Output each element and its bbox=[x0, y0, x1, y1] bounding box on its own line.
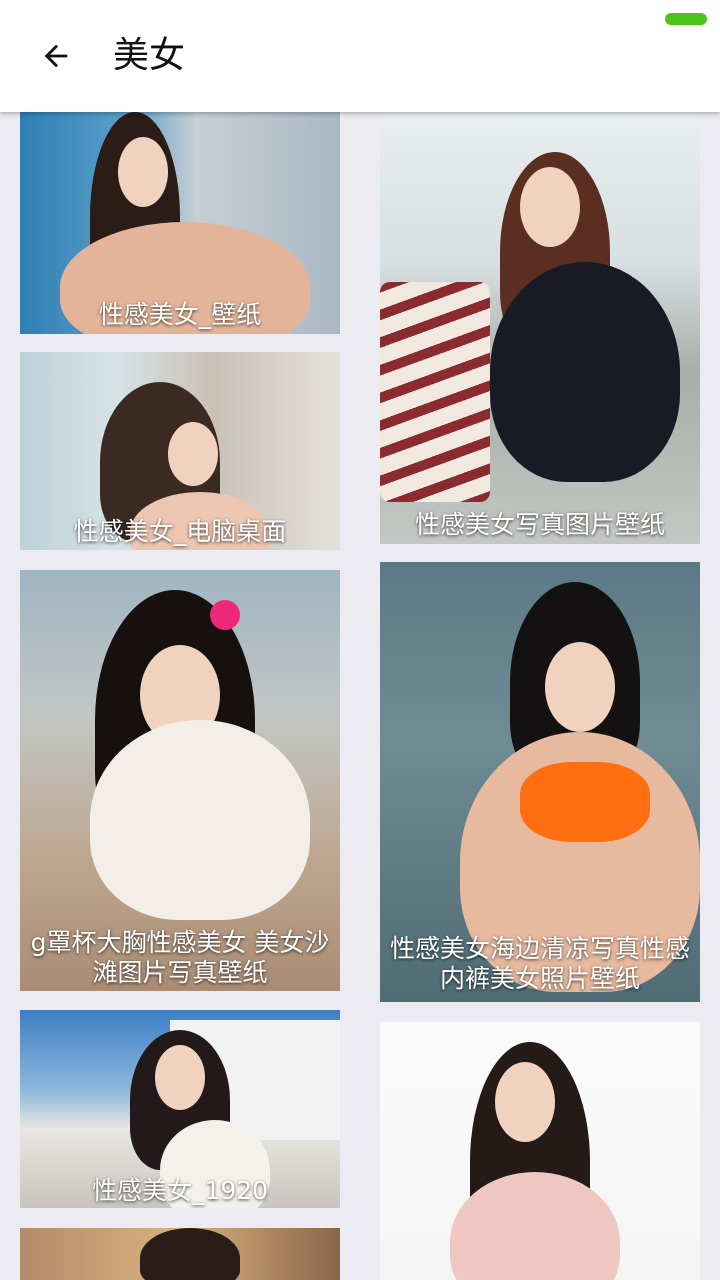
card-image-face bbox=[118, 137, 168, 207]
card-image-bikini bbox=[520, 762, 650, 842]
card-caption: g罩杯大胸性感美女 美女沙滩图片写真壁纸 bbox=[30, 928, 330, 987]
card-image-body bbox=[490, 262, 680, 482]
gallery-card[interactable]: 性感美女写真图片壁纸 bbox=[380, 112, 700, 544]
card-image-body bbox=[90, 720, 310, 920]
card-image-hair bbox=[140, 1228, 240, 1280]
gallery-card[interactable]: 性感美女海边清凉写真性感内裤美女照片壁纸 bbox=[380, 562, 700, 1002]
card-image-flower bbox=[210, 600, 240, 630]
arrow-left-icon bbox=[44, 44, 68, 68]
card-caption: 性感美女_电脑桌面 bbox=[73, 517, 287, 546]
gallery-card[interactable]: 性感美女_1920 bbox=[20, 1010, 340, 1208]
card-image-face bbox=[520, 167, 580, 247]
gallery-card[interactable]: g罩杯大胸性感美女 美女沙滩图片写真壁纸 bbox=[20, 570, 340, 991]
gallery-card[interactable]: 性感美女_壁纸 bbox=[20, 112, 340, 334]
page-title: 美女 bbox=[113, 35, 186, 76]
card-caption: 性感美女海边清凉写真性感内裤美女照片壁纸 bbox=[389, 934, 690, 993]
card-caption: 性感美女_壁纸 bbox=[98, 300, 262, 329]
app-bar: 美女 bbox=[0, 0, 720, 112]
card-caption: 性感美女写真图片壁纸 bbox=[414, 510, 665, 539]
image-gallery: 性感美女_壁纸 性感美女_电脑桌面 g罩杯大胸性感美女 美女沙滩图片写真壁纸 性… bbox=[0, 0, 720, 1280]
card-image-face bbox=[495, 1062, 555, 1142]
card-image-face bbox=[155, 1045, 205, 1110]
gallery-card[interactable] bbox=[380, 1022, 700, 1280]
card-image-face bbox=[545, 642, 615, 732]
card-image-pillow bbox=[380, 282, 490, 502]
card-caption: 性感美女_1920 bbox=[91, 1176, 269, 1205]
gallery-card[interactable] bbox=[20, 1228, 340, 1280]
status-indicator bbox=[665, 13, 707, 25]
back-button[interactable] bbox=[28, 32, 84, 80]
card-image-face bbox=[168, 422, 218, 486]
gallery-card[interactable]: 性感美女_电脑桌面 bbox=[20, 352, 340, 550]
